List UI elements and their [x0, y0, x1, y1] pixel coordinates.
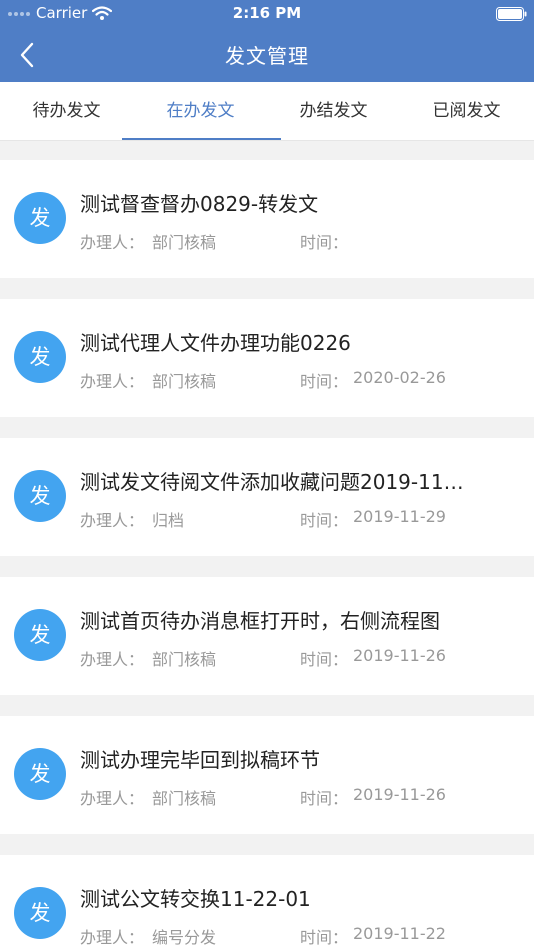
item-title: 测试督查督办0829-转发文: [80, 192, 319, 216]
tab-in-progress[interactable]: 在办发文: [134, 82, 267, 140]
tab-read[interactable]: 已阅发文: [400, 82, 533, 140]
time-label: 时间：: [300, 650, 349, 669]
time-label: 时间：: [300, 789, 349, 808]
document-badge: 发: [14, 470, 66, 522]
handler-label: 办理人：: [80, 511, 145, 530]
handler-label: 办理人：: [80, 928, 145, 947]
nav-bar: Carrier 2:16 PM 发文管理: [0, 0, 534, 82]
document-badge: 发: [14, 192, 66, 244]
item-title: 测试代理人文件办理功能0226: [80, 331, 351, 355]
time-label: 时间：: [300, 928, 349, 947]
handler-value: 部门核稿: [152, 789, 217, 808]
list-item[interactable]: 发 测试代理人文件办理功能0226 办理人： 部门核稿 时间： 2020-02-…: [0, 299, 534, 417]
tab-pending[interactable]: 待办发文: [0, 82, 133, 140]
handler-label: 办理人：: [80, 233, 145, 252]
handler-value: 部门核稿: [152, 650, 217, 669]
handler-label: 办理人：: [80, 372, 145, 391]
list-item[interactable]: 发 测试公文转交换11-22-01 办理人： 编号分发 时间： 2019-11-…: [0, 855, 534, 950]
item-title: 测试首页待办消息框打开时，右侧流程图: [80, 609, 440, 633]
item-title: 测试公文转交换11-22-01: [80, 887, 311, 911]
list-item[interactable]: 发 测试办理完毕回到拟稿环节 办理人： 部门核稿 时间： 2019-11-26: [0, 716, 534, 834]
time-label: 时间：: [300, 372, 349, 391]
battery-icon: [496, 6, 528, 25]
list-item[interactable]: 发 测试首页待办消息框打开时，右侧流程图 办理人： 部门核稿 时间： 2019-…: [0, 577, 534, 695]
document-badge: 发: [14, 887, 66, 939]
time-value: 2019-11-29: [353, 507, 446, 526]
tab-completed[interactable]: 办结发文: [267, 82, 400, 140]
time-value: 2020-02-26: [353, 368, 446, 387]
item-title: 测试办理完毕回到拟稿环节: [80, 748, 320, 772]
tab-indicator: [122, 138, 281, 140]
time-label: 时间：: [300, 511, 349, 530]
handler-value: 部门核稿: [152, 372, 217, 391]
handler-label: 办理人：: [80, 650, 145, 669]
tab-bar: 待办发文 在办发文 办结发文 已阅发文: [0, 82, 534, 141]
document-badge: 发: [14, 331, 66, 383]
handler-value: 编号分发: [152, 928, 217, 947]
document-badge: 发: [14, 609, 66, 661]
document-badge: 发: [14, 748, 66, 800]
item-title: 测试发文待阅文件添加收藏问题2019-11-29: [80, 470, 470, 494]
time-label: 时间：: [300, 233, 349, 252]
time-value: 2019-11-26: [353, 646, 446, 665]
handler-value: 归档: [152, 511, 185, 530]
time-value: 2019-11-26: [353, 785, 446, 804]
clock-label: 2:16 PM: [232, 4, 302, 22]
status-bar: Carrier 2:16 PM: [0, 0, 534, 26]
list-item[interactable]: 发 测试督查督办0829-转发文 办理人： 部门核稿 时间：: [0, 160, 534, 278]
time-value: 2019-11-22: [353, 924, 446, 943]
handler-label: 办理人：: [80, 789, 145, 808]
handler-value: 部门核稿: [152, 233, 217, 252]
page-title: 发文管理: [225, 44, 309, 68]
list-item[interactable]: 发 测试发文待阅文件添加收藏问题2019-11-29 办理人： 归档 时间： 2…: [0, 438, 534, 556]
